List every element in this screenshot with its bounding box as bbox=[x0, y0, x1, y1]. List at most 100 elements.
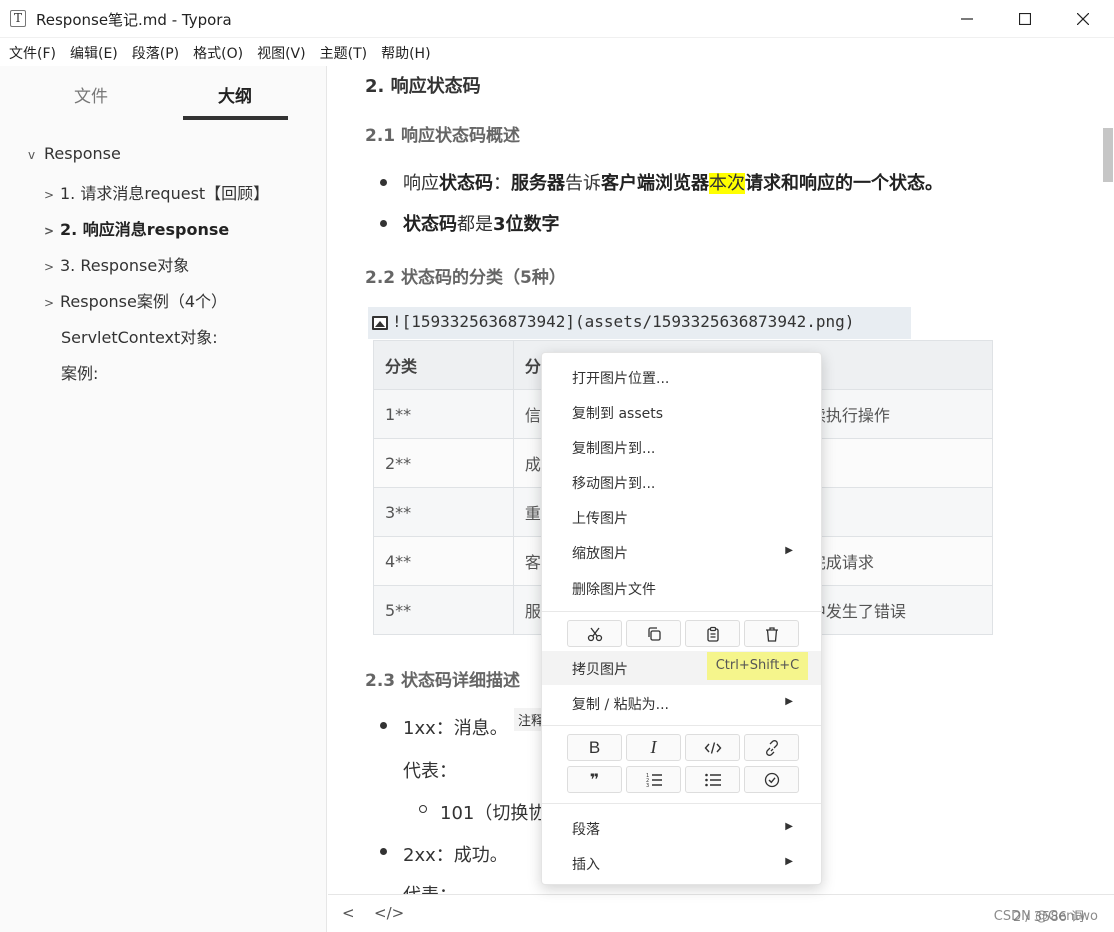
bold-text: 服务器 bbox=[511, 173, 565, 194]
outline-item-label: Response案例（4个） bbox=[60, 292, 228, 311]
minimize-button[interactable] bbox=[938, 0, 996, 38]
paste-icon[interactable] bbox=[685, 620, 740, 647]
menu-paragraph[interactable]: 段落(P) bbox=[125, 38, 186, 66]
menu-copy-image-to[interactable]: 复制图片到... bbox=[542, 430, 821, 464]
source-mode-button[interactable]: </> bbox=[374, 904, 404, 922]
outline-item-cases[interactable]: 案例: bbox=[61, 360, 98, 384]
menu-delete-image-file[interactable]: 删除图片文件 bbox=[542, 571, 821, 605]
cell-text: 成 bbox=[524, 455, 541, 474]
window-title: Response笔记.md - Typora bbox=[36, 11, 232, 29]
text: 都是 bbox=[457, 214, 493, 235]
menu-view[interactable]: 视图(V) bbox=[250, 38, 313, 66]
menu-edit[interactable]: 编辑(E) bbox=[63, 38, 125, 66]
bold-icon[interactable]: B bbox=[567, 734, 622, 761]
quote-glyph: ❞ bbox=[589, 770, 600, 789]
text: 告诉 bbox=[565, 173, 601, 194]
menu-label: 拷贝图片 bbox=[572, 662, 628, 678]
menu-move-image-to[interactable]: 移动图片到... bbox=[542, 465, 821, 499]
ordered-list-icon[interactable]: 123 bbox=[626, 766, 681, 793]
menu-insert[interactable]: 插入 ▶ bbox=[542, 846, 821, 880]
bold-glyph: B bbox=[588, 737, 601, 757]
chevron-right-icon[interactable]: > bbox=[44, 296, 60, 310]
close-button[interactable] bbox=[1054, 0, 1112, 38]
heading-3-detail: 2.3 状态码详细描述 bbox=[365, 671, 521, 691]
vertical-scrollbar[interactable] bbox=[1103, 128, 1113, 182]
tab-files[interactable]: 文件 bbox=[74, 82, 108, 107]
table-cell: 2** bbox=[373, 438, 514, 488]
italic-icon[interactable]: I bbox=[626, 734, 681, 761]
menu-help[interactable]: 帮助(H) bbox=[374, 38, 437, 66]
quote-icon[interactable]: ❞ bbox=[567, 766, 622, 793]
outline-item-response-message[interactable]: >2. 响应消息response bbox=[44, 216, 229, 240]
table-cell: 4** bbox=[373, 536, 514, 586]
chevron-right-icon[interactable]: > bbox=[44, 224, 60, 238]
outline-item-response[interactable]: v Response bbox=[28, 144, 121, 163]
maximize-button[interactable] bbox=[996, 0, 1054, 38]
menu-open-image-location[interactable]: 打开图片位置... bbox=[542, 360, 821, 394]
table-cell: 1** bbox=[373, 389, 514, 439]
menu-label: 插入 bbox=[572, 857, 600, 873]
bullet bbox=[380, 848, 387, 855]
image-markdown-source[interactable]: ![1593325636873942](assets/1593325636873… bbox=[368, 307, 911, 339]
list-subtext: 代表： bbox=[403, 881, 457, 894]
menu-label: 复制图片到... bbox=[572, 441, 656, 457]
menu-copy-to-assets[interactable]: 复制到 assets bbox=[542, 395, 821, 429]
submenu-arrow-icon: ▶ bbox=[785, 856, 793, 867]
list-subtext: 代表： bbox=[403, 761, 457, 782]
image-source-text: ![1593325636873942](assets/1593325636873… bbox=[392, 312, 855, 331]
highlighted-text: 本次 bbox=[709, 173, 745, 194]
cut-icon[interactable] bbox=[567, 620, 622, 647]
heading-3-overview: 2.1 响应状态码概述 bbox=[365, 126, 521, 146]
tab-outline[interactable]: 大纲 bbox=[218, 82, 252, 107]
cell-text: 重 bbox=[524, 504, 541, 523]
outline-item-label: 1. 请求消息request【回顾】 bbox=[60, 184, 270, 203]
outline-item-request[interactable]: >1. 请求消息request【回顾】 bbox=[44, 180, 269, 204]
bullet bbox=[380, 722, 387, 729]
typora-app-icon: T bbox=[10, 10, 26, 27]
menu-label: 上传图片 bbox=[572, 511, 628, 527]
task-list-icon[interactable] bbox=[744, 766, 799, 793]
menu-label: 复制到 assets bbox=[572, 406, 664, 422]
link-icon[interactable] bbox=[744, 734, 799, 761]
heading-2: 2. 响应状态码 bbox=[365, 76, 481, 97]
sidebar: 文件 大纲 v Response >1. 请求消息request【回顾】 >2. … bbox=[0, 66, 327, 932]
menu-paragraph[interactable]: 段落 ▶ bbox=[542, 811, 821, 845]
bold-text: 状态码 bbox=[403, 214, 457, 235]
outline-item-response-object[interactable]: >3. Response对象 bbox=[44, 252, 189, 276]
text: 响应 bbox=[403, 173, 439, 194]
menu-zoom-image[interactable]: 缩放图片 ▶ bbox=[542, 535, 821, 569]
outline-item-label: ServletContext对象: bbox=[61, 328, 218, 347]
cell-text: 服 bbox=[524, 602, 541, 621]
menu-file[interactable]: 文件(F) bbox=[2, 38, 63, 66]
menu-separator bbox=[542, 803, 821, 804]
bold-text: 请求和响应的一个状态。 bbox=[745, 173, 943, 194]
menu-copy-image[interactable]: 拷贝图片 Ctrl+Shift+C bbox=[542, 651, 821, 685]
chevron-down-icon[interactable]: v bbox=[28, 148, 44, 162]
image-icon bbox=[372, 316, 388, 330]
menu-label: 段落 bbox=[572, 822, 600, 838]
submenu-arrow-icon: ▶ bbox=[785, 821, 793, 832]
cell-text: 中发生了错误 bbox=[809, 602, 906, 621]
outline-item-servletcontext[interactable]: ServletContext对象: bbox=[61, 324, 218, 348]
table-cell: 5** bbox=[373, 585, 514, 635]
menu-theme[interactable]: 主题(T) bbox=[313, 38, 374, 66]
menu-label: 移动图片到... bbox=[572, 476, 656, 492]
menu-copy-paste-as[interactable]: 复制 / 粘贴为... ▶ bbox=[542, 686, 821, 720]
toggle-sidebar-button[interactable]: < bbox=[342, 904, 355, 922]
active-tab-indicator bbox=[183, 116, 288, 120]
chevron-right-icon[interactable]: > bbox=[44, 188, 60, 202]
outline-item-response-cases[interactable]: > Response案例（4个） bbox=[44, 288, 227, 312]
status-bar: < </> 2 / 3586 词 CSDN @Gentwo bbox=[328, 894, 1114, 932]
paragraph-status-code-desc: 响应状态码：服务器告诉客户端浏览器本次请求和响应的一个状态。 bbox=[403, 169, 943, 195]
copy-icon[interactable] bbox=[626, 620, 681, 647]
table-cell: 分类 bbox=[373, 340, 514, 390]
table-cell: 3** bbox=[373, 487, 514, 537]
menu-bar: 文件(F) 编辑(E) 段落(P) 格式(O) 视图(V) 主题(T) 帮助(H… bbox=[0, 38, 1114, 66]
menu-upload-image[interactable]: 上传图片 bbox=[542, 500, 821, 534]
unordered-list-icon[interactable] bbox=[685, 766, 740, 793]
chevron-right-icon[interactable]: > bbox=[44, 260, 60, 274]
delete-icon[interactable] bbox=[744, 620, 799, 647]
menu-format[interactable]: 格式(O) bbox=[186, 38, 250, 66]
code-icon[interactable] bbox=[685, 734, 740, 761]
submenu-arrow-icon: ▶ bbox=[785, 696, 793, 707]
